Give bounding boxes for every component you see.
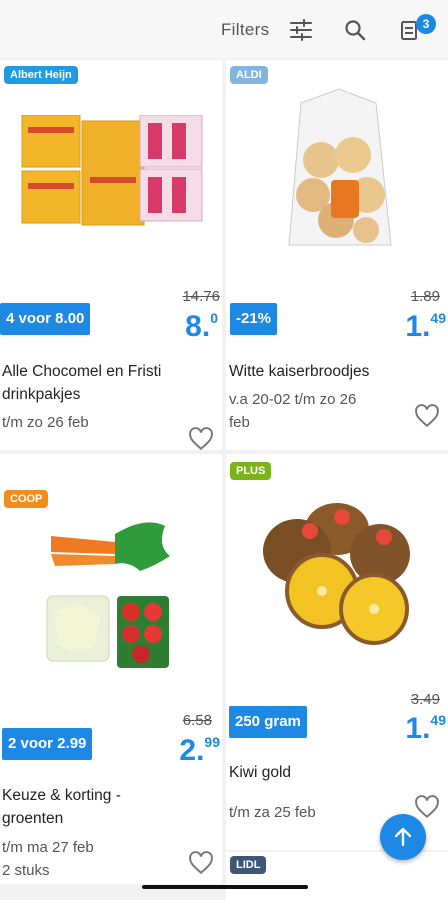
price-main: 1. (405, 310, 431, 343)
current-price: 8.0 (185, 310, 218, 344)
price-cents: 49 (430, 712, 446, 728)
product-card[interactable]: ALDI -21% 1.89 1.49 Witte kaiserbroodjes… (226, 60, 448, 450)
validity-date: t/m ma 27 feb 2 stuks (2, 836, 182, 882)
product-card[interactable]: LIDL (226, 852, 448, 900)
product-image (288, 88, 392, 246)
sliders-icon[interactable] (289, 19, 313, 41)
old-price: 1.89 (410, 288, 440, 305)
price-cents: 99 (204, 734, 220, 750)
scroll-to-top-button[interactable] (380, 814, 426, 860)
store-badge: COOP (4, 490, 49, 508)
heart-icon[interactable] (414, 794, 440, 820)
heart-icon[interactable] (414, 403, 440, 429)
product-name-line1: Alle Chocomel en Fristi (2, 363, 162, 380)
promo-badge: 4 voor 8.00 (0, 303, 91, 335)
product-image (263, 503, 410, 645)
product-name-line2: drinkpakjes (2, 386, 81, 403)
product-image (46, 522, 170, 668)
price-cents: 0 (210, 310, 218, 326)
product-name-line1: Keuze & korting - (2, 787, 121, 804)
price-main: 1. (405, 712, 431, 745)
validity-date: t/m za 25 feb (229, 804, 316, 821)
search-icon[interactable] (344, 19, 366, 41)
old-price: 6.58 (182, 712, 212, 729)
product-image (21, 115, 203, 226)
product-name-line2: groenten (2, 810, 64, 827)
validity-date-line1: v.a 20-02 t/m zo 26 (229, 391, 357, 408)
arrow-up-icon (394, 827, 412, 847)
validity-date-line2: feb (229, 414, 250, 431)
store-badge: LIDL (230, 856, 267, 874)
product-name: Kiwi gold (229, 764, 292, 781)
current-price: 1.49 (405, 712, 446, 746)
heart-icon[interactable] (188, 850, 214, 876)
product-name: Witte kaiserbroodjes (229, 363, 370, 380)
price-main: 2. (179, 734, 205, 767)
validity-date: t/m zo 26 feb (2, 414, 89, 431)
list-count-badge: 3 (416, 14, 436, 34)
store-badge: Albert Heijn (4, 66, 78, 84)
promo-badge: 250 gram (229, 706, 307, 738)
store-badge: ALDI (230, 66, 268, 84)
price-cents: 49 (430, 310, 446, 326)
filters-label[interactable]: Filters (221, 20, 269, 40)
old-price: 14.76 (182, 288, 220, 305)
validity-date-line1: t/m ma 27 feb (2, 839, 94, 856)
current-price: 2.99 (179, 734, 220, 768)
old-price: 3.49 (410, 691, 440, 708)
validity-date: v.a 20-02 t/m zo 26 feb (229, 388, 404, 434)
heart-icon[interactable] (188, 426, 214, 450)
top-bar: Filters 3 (0, 0, 448, 58)
home-indicator[interactable] (142, 885, 308, 889)
product-card[interactable]: PLUS 250 gram 3.49 1.49 Kiwi gold t/m za… (226, 454, 448, 850)
promo-badge: 2 voor 2.99 (2, 728, 93, 760)
quantity-label: 2 stuks (2, 862, 50, 879)
price-main: 8. (185, 310, 211, 343)
current-price: 1.49 (405, 310, 446, 344)
product-name: Keuze & korting - groenten (2, 784, 212, 830)
product-name: Alle Chocomel en Fristi drinkpakjes (2, 360, 212, 406)
product-card[interactable]: COOP 2 voor 2.99 6.58 2.99 Keuze & korti… (0, 454, 222, 884)
product-card[interactable]: Albert Heijn 4 voor 8.00 14.76 8.0 Alle … (0, 60, 222, 450)
store-badge: PLUS (230, 462, 272, 480)
promo-badge: -21% (230, 303, 278, 335)
